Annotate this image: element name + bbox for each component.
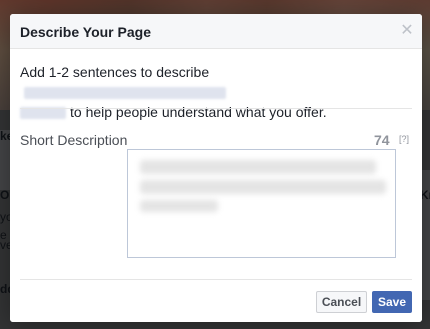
redacted-description-text	[140, 200, 218, 212]
redacted-page-name	[24, 87, 226, 100]
character-count: 74	[374, 132, 390, 148]
help-icon[interactable]: [?]	[399, 133, 409, 145]
intro-text: Add 1-2 sentences to describe to help pe…	[20, 62, 412, 122]
intro-prefix: Add 1-2 sentences to describe	[20, 64, 210, 80]
dialog-header: Describe Your Page ✕	[10, 14, 422, 49]
dialog-title: Describe Your Page	[20, 24, 151, 40]
short-description-label: Short Description	[20, 132, 128, 148]
short-description-textarea[interactable]	[127, 149, 396, 258]
save-button[interactable]: Save	[372, 291, 412, 313]
redacted-description-text	[140, 180, 386, 194]
redacted-description-text	[140, 160, 376, 174]
describe-page-dialog: Describe Your Page ✕ Add 1-2 sentences t…	[10, 14, 422, 322]
cancel-button[interactable]: Cancel	[316, 291, 367, 313]
dialog-footer: Cancel Save	[10, 280, 422, 322]
close-icon[interactable]: ✕	[400, 23, 414, 39]
redacted-page-name	[20, 107, 66, 120]
intro-suffix: to help people understand what you offer…	[70, 104, 327, 120]
divider	[20, 108, 412, 109]
